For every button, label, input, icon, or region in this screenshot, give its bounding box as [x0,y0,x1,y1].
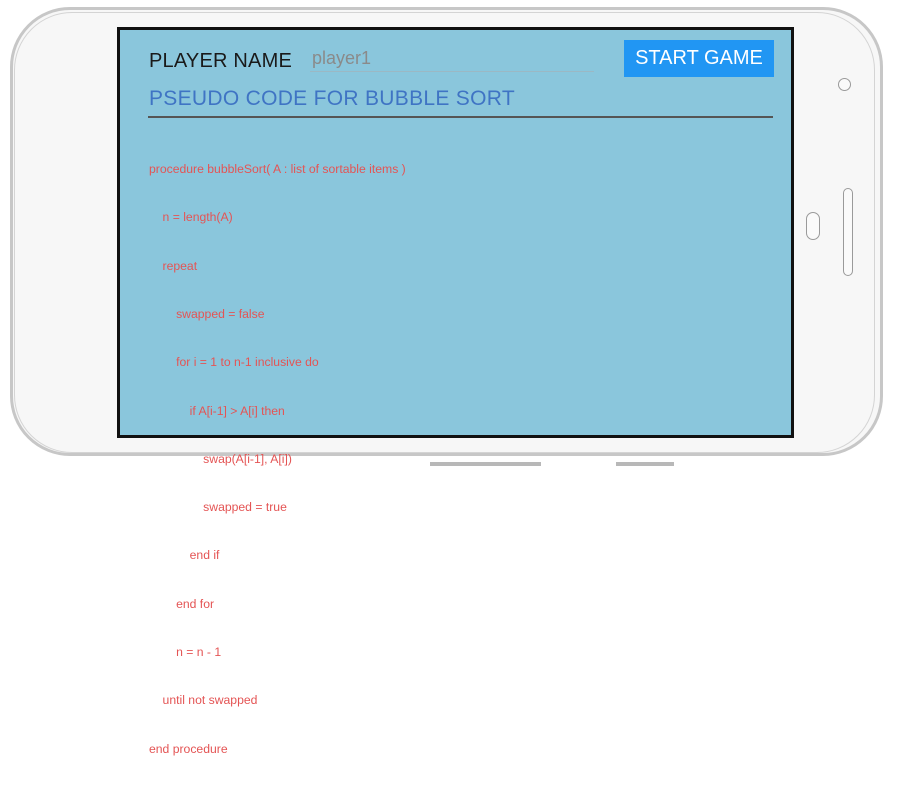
code-line: repeat [149,258,198,273]
player-name-label: PLAYER NAME [149,50,292,72]
code-line: for i = 1 to n-1 inclusive do [149,355,319,370]
code-line: procedure bubbleSort( A : list of sortab… [149,162,406,177]
code-line: end for [149,596,215,611]
game-screen: PLAYER NAME START GAME PSEUDO CODE FOR B… [117,27,794,756]
code-line: if A[i-1] > A[i] then [149,403,285,418]
phone-camera-icon [838,78,851,91]
code-line: swap(A[i-1], A[i]) [149,451,292,466]
code-line: n = length(A) [149,210,233,225]
code-line: swapped = false [149,307,265,322]
code-line: end if [149,548,220,563]
start-game-button[interactable]: START GAME [624,40,774,77]
section-title: PSEUDO CODE FOR BUBBLE SORT [149,87,515,110]
section-divider [148,116,773,118]
phone-side-button [616,462,674,466]
phone-home-button[interactable] [806,212,820,240]
phone-side-button [430,462,541,466]
code-line: n = n - 1 [149,645,222,659]
pseudo-code-block: procedure bubbleSort( A : list of sortab… [149,129,406,789]
player-name-input[interactable] [310,45,594,72]
code-line: swapped = true [149,500,287,515]
code-line: end procedure [149,741,228,756]
phone-speaker-icon [843,188,853,276]
code-line: until not swapped [149,693,258,708]
